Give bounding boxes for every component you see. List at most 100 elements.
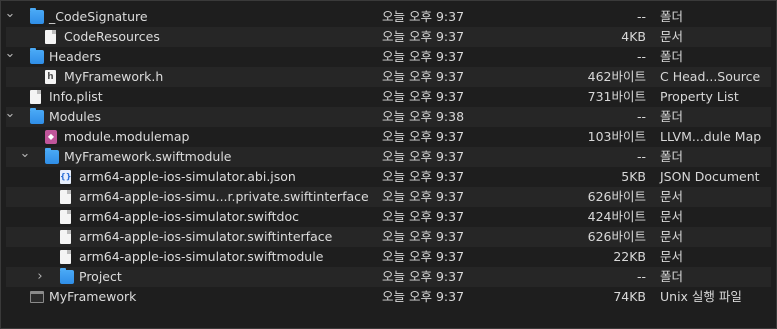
file-size: --	[636, 109, 646, 124]
json-file-icon: {}	[60, 170, 71, 184]
date-modified: 오늘 오후 9:38	[382, 109, 465, 124]
file-kind: 폴더	[660, 9, 684, 24]
chevron-right-icon[interactable]: ›	[33, 267, 47, 287]
file-name: CodeResources	[64, 29, 160, 44]
list-row[interactable]: ⌄ _CodeSignature 오늘 오후 9:37 -- 폴더	[0, 4, 777, 27]
file-kind: JSON Document	[660, 169, 760, 184]
file-kind: 문서	[660, 209, 684, 224]
document-icon	[30, 90, 41, 104]
name-cell: MyFramework	[0, 287, 375, 307]
file-size: 626바이트	[587, 189, 646, 204]
folder-icon	[45, 148, 59, 164]
file-name: Info.plist	[49, 89, 103, 104]
file-name: Modules	[49, 109, 101, 124]
file-size: 731바이트	[587, 89, 646, 104]
folder-icon	[30, 8, 44, 24]
file-kind: 문서	[660, 189, 684, 204]
chevron-down-icon[interactable]: ⌄	[3, 44, 17, 64]
file-name: module.modulemap	[64, 129, 190, 144]
date-modified: 오늘 오후 9:37	[382, 209, 465, 224]
date-modified: 오늘 오후 9:37	[382, 29, 465, 44]
finder-list-view: ⌄ _CodeSignature 오늘 오후 9:37 -- 폴더 CodeResourc…	[0, 0, 777, 329]
date-modified: 오늘 오후 9:37	[382, 289, 465, 304]
name-cell: ⌄ MyFramework.swiftmodule	[0, 144, 375, 167]
file-size: 626바이트	[587, 229, 646, 244]
folder-icon	[30, 48, 44, 64]
list-row[interactable]: Info.plist 오늘 오후 9:37 731바이트 Property List	[0, 87, 777, 107]
name-cell: {} arm64-apple-ios-simulator.abi.json	[0, 167, 375, 187]
list-row[interactable]: arm64-apple-ios-simulator.swiftinterface…	[6, 227, 771, 247]
list-row[interactable]: ⌄ Headers 오늘 오후 9:37 -- 폴더	[0, 44, 777, 67]
folder-icon	[30, 108, 44, 124]
name-cell: arm64-apple-ios-simulator.swiftinterface	[0, 227, 375, 247]
file-kind: 폴더	[660, 269, 684, 284]
file-name: _CodeSignature	[49, 9, 148, 24]
file-size: 462바이트	[587, 69, 646, 84]
file-kind: Property List	[660, 89, 739, 104]
name-cell: arm64-apple-ios-simu...r.private.swiftin…	[0, 187, 375, 207]
file-list: ⌄ _CodeSignature 오늘 오후 9:37 -- 폴더 CodeResourc…	[0, 4, 777, 307]
header-file-icon: h	[45, 70, 56, 84]
file-kind: 폴더	[660, 49, 684, 64]
document-icon	[60, 230, 71, 244]
name-cell: h MyFramework.h	[0, 67, 375, 87]
name-cell: Info.plist	[0, 87, 375, 107]
list-row[interactable]: MyFramework 오늘 오후 9:37 74KB Unix 실행 파일	[0, 287, 777, 307]
file-name: arm64-apple-ios-simulator.swiftdoc	[79, 209, 299, 224]
date-modified: 오늘 오후 9:37	[382, 149, 465, 164]
chevron-down-icon[interactable]: ⌄	[3, 4, 17, 24]
file-size: 74KB	[613, 289, 646, 304]
list-row[interactable]: {} arm64-apple-ios-simulator.abi.json 오늘 오…	[0, 167, 777, 187]
file-kind: 문서	[660, 229, 684, 244]
date-modified: 오늘 오후 9:37	[382, 69, 465, 84]
folder-icon	[60, 268, 74, 284]
name-cell: ◆ module.modulemap	[0, 127, 375, 147]
date-modified: 오늘 오후 9:37	[382, 129, 465, 144]
date-modified: 오늘 오후 9:37	[382, 249, 465, 264]
document-icon	[45, 30, 56, 44]
name-cell: arm64-apple-ios-simulator.swiftmodule	[0, 247, 375, 267]
file-size: --	[636, 9, 646, 24]
list-row[interactable]: ⌄ MyFramework.swiftmodule 오늘 오후 9:37 -- 폴더	[6, 146, 771, 167]
file-size: 22KB	[613, 249, 646, 264]
file-name: MyFramework.swiftmodule	[64, 149, 232, 164]
list-row[interactable]: arm64-apple-ios-simulator.swiftmodule 오늘 …	[0, 247, 777, 267]
document-icon	[60, 210, 71, 224]
chevron-down-icon[interactable]: ⌄	[18, 144, 32, 164]
file-kind: 폴더	[660, 109, 684, 124]
file-kind: C Head...Source	[660, 69, 761, 84]
file-size: --	[636, 269, 646, 284]
file-size: --	[636, 149, 646, 164]
modulemap-icon: ◆	[45, 130, 57, 144]
list-row[interactable]: ⌄ Modules 오늘 오후 9:38 -- 폴더	[3, 104, 771, 127]
name-cell: ⌄ _CodeSignature	[0, 4, 375, 27]
file-name: arm64-apple-ios-simulator.abi.json	[79, 169, 296, 184]
list-row[interactable]: ◆ module.modulemap 오늘 오후 9:37 103바이트 LLVM...…	[0, 127, 777, 147]
chevron-down-icon[interactable]: ⌄	[3, 104, 17, 124]
file-size: 4KB	[621, 29, 646, 44]
file-size: 5KB	[621, 169, 646, 184]
list-row[interactable]: h MyFramework.h 오늘 오후 9:37 462바이트 C Head...S…	[6, 67, 771, 87]
file-name: arm64-apple-ios-simulator.swiftinterface	[79, 229, 333, 244]
name-cell: ⌄ Headers	[0, 44, 375, 67]
list-row[interactable]: arm64-apple-ios-simulator.swiftdoc 오늘 오후 …	[0, 207, 777, 227]
file-name: MyFramework	[49, 289, 137, 304]
date-modified: 오늘 오후 9:37	[382, 9, 465, 24]
file-size: 424바이트	[587, 209, 646, 224]
date-modified: 오늘 오후 9:37	[382, 89, 465, 104]
name-cell: arm64-apple-ios-simulator.swiftdoc	[0, 207, 375, 227]
executable-icon	[30, 291, 44, 303]
list-row[interactable]: arm64-apple-ios-simu...r.private.swiftin…	[6, 187, 771, 207]
date-modified: 오늘 오후 9:37	[382, 169, 465, 184]
date-modified: 오늘 오후 9:37	[382, 49, 465, 64]
date-modified: 오늘 오후 9:37	[382, 229, 465, 244]
file-kind: 문서	[660, 249, 684, 264]
file-name: arm64-apple-ios-simu...r.private.swiftin…	[79, 189, 369, 204]
date-modified: 오늘 오후 9:37	[382, 189, 465, 204]
file-kind: 폴더	[660, 149, 684, 164]
list-row[interactable]: › Project 오늘 오후 9:37 -- 폴더	[6, 267, 771, 287]
file-size: --	[636, 49, 646, 64]
file-kind: LLVM...dule Map	[660, 129, 762, 144]
list-row[interactable]: CodeResources 오늘 오후 9:37 4KB 문서	[6, 27, 771, 47]
file-size: 103바이트	[587, 129, 646, 144]
